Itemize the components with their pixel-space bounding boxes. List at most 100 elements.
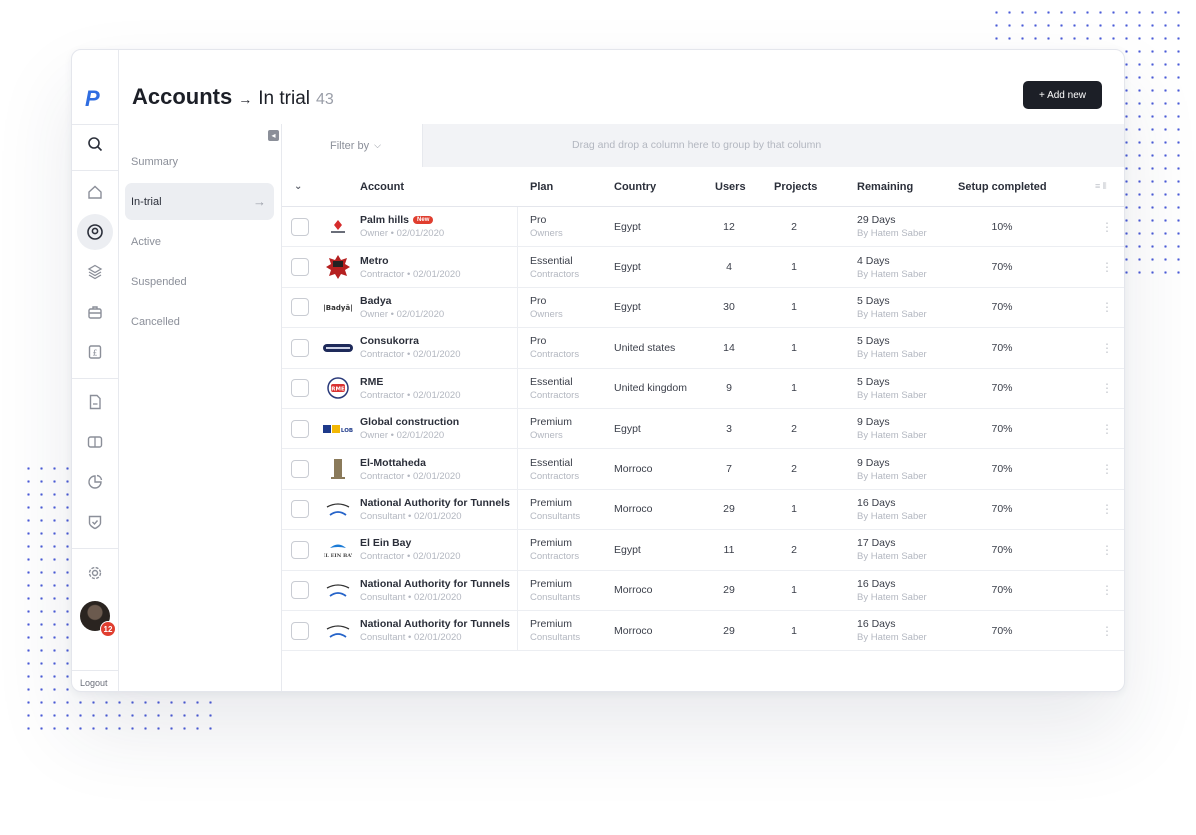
column-users[interactable]: Users [715,167,746,206]
table-row[interactable]: National Authority for Tunnels Consultant… [282,570,1124,611]
users-count: 29 [723,584,735,597]
document-icon[interactable] [77,384,113,420]
sidebar-item-suspended[interactable]: Suspended [125,263,274,300]
filter-dropdown[interactable]: Filter by ⌵ [282,124,423,167]
column-setup-completed[interactable]: Setup completed [958,167,1047,206]
row-menu-icon[interactable]: ⋮ [1101,300,1113,314]
setup-completed: 70% [991,422,1013,435]
icon-rail: P £ 12 Logout [72,50,119,691]
row-checkbox[interactable] [291,419,309,438]
row-menu-icon[interactable]: ⋮ [1101,260,1113,274]
brand-logo-icon[interactable]: P [85,86,100,112]
row-menu-icon[interactable]: ⋮ [1101,502,1113,516]
account-name[interactable]: Metro [360,255,389,267]
users-count: 3 [726,422,732,435]
account-name[interactable]: El-Mottaheda [360,457,426,469]
page-title: Accounts → In trial 43 [132,84,334,110]
users-count: 7 [726,463,732,476]
column-projects[interactable]: Projects [774,167,817,206]
home-icon[interactable] [77,174,113,210]
remaining-days: 16 Days [857,496,896,509]
table-row[interactable]: National Authority for Tunnels Consultant… [282,489,1124,531]
account-name[interactable]: Consukorra [360,335,419,347]
row-checkbox[interactable] [291,581,309,600]
collapse-sidebar-icon[interactable]: ◂ [268,130,279,141]
row-checkbox[interactable] [291,258,309,277]
add-new-button[interactable]: + Add new [1023,81,1102,109]
table-row[interactable]: Metro Contractor • 02/01/2020 Essential Con… [282,247,1124,288]
svg-text:LOB: LOB [341,428,353,434]
title-arrow-icon: → [238,91,253,107]
account-name[interactable]: El Ein Bay [360,537,411,549]
pound-icon[interactable]: £ [77,334,113,370]
status-sidebar: ◂ Summary In-trial → Active Suspended Can… [120,124,282,691]
row-checkbox[interactable] [291,379,309,398]
row-checkbox[interactable] [291,338,309,357]
row-checkbox[interactable] [291,298,309,317]
table-row[interactable]: EL EIN BAY El Ein Bay Contractor • 02/01/2… [282,530,1124,571]
chevron-down-icon[interactable]: ⌄ [294,167,302,206]
account-name[interactable]: National Authority for Tunnels [360,497,510,509]
pie-chart-icon[interactable] [77,464,113,500]
sidebar-item-active[interactable]: Active [125,223,274,260]
row-checkbox[interactable] [291,500,309,519]
row-menu-icon[interactable]: ⋮ [1101,543,1113,557]
remaining-days: 16 Days [857,618,896,631]
plan-name: Pro [530,335,547,348]
plan-name: Pro [530,214,547,227]
title-subtitle: In trial [258,88,310,109]
card-icon[interactable] [77,424,113,460]
column-account[interactable]: Account [360,167,404,206]
column-country[interactable]: Country [614,167,656,206]
company-logo-icon [322,211,354,243]
account-name[interactable]: National Authority for Tunnels [360,618,510,630]
table-row[interactable]: LOB Global construction Owner • 02/01/2020… [282,408,1124,450]
row-checkbox[interactable] [291,217,309,236]
remaining-by: By Hatem Saber [857,389,927,401]
users-count: 9 [726,382,732,395]
table-row[interactable]: El-Mottaheda Contractor • 02/01/2020 Essen… [282,449,1124,490]
column-menu-icon[interactable]: ≡ ⦀ [1095,167,1107,206]
column-plan[interactable]: Plan [530,167,553,206]
remaining-by: By Hatem Saber [857,430,927,442]
column-remaining[interactable]: Remaining [857,167,913,206]
briefcase-icon[interactable] [77,294,113,330]
table-row[interactable]: RME RME Contractor • 02/01/2020 Essential Co… [282,368,1124,409]
account-name[interactable]: Palm hills [360,214,409,226]
row-checkbox[interactable] [291,460,309,479]
row-menu-icon[interactable]: ⋮ [1101,381,1113,395]
accounts-icon[interactable] [77,214,113,250]
company-logo-icon [322,574,354,606]
row-menu-icon[interactable]: ⋮ [1101,341,1113,355]
sidebar-item-in-trial[interactable]: In-trial → [125,183,274,220]
column-divider [517,368,518,408]
sidebar-item-cancelled[interactable]: Cancelled [125,303,274,340]
account-name[interactable]: Badya [360,295,392,307]
account-role-date: Contractor • 02/01/2020 [360,389,461,401]
account-name[interactable]: Global construction [360,416,459,428]
table-row[interactable]: National Authority for Tunnels Consultant… [282,610,1124,652]
group-drop-zone[interactable]: Drag and drop a column here to group by … [572,139,821,151]
svg-text:£: £ [92,349,97,358]
row-checkbox[interactable] [291,621,309,640]
remaining-days: 5 Days [857,375,890,388]
row-menu-icon[interactable]: ⋮ [1101,220,1113,234]
row-menu-icon[interactable]: ⋮ [1101,624,1113,638]
search-icon[interactable] [77,126,113,162]
sidebar-item-summary[interactable]: Summary [125,143,274,180]
table-row[interactable]: |Badyā| Badya Owner • 02/01/2020 Pro Owners E… [282,287,1124,329]
logout-link[interactable]: Logout [80,678,108,688]
table-row[interactable]: Consukorra Contractor • 02/01/2020 Pro Cont… [282,328,1124,369]
row-menu-icon[interactable]: ⋮ [1101,462,1113,476]
row-menu-icon[interactable]: ⋮ [1101,583,1113,597]
account-name[interactable]: National Authority for Tunnels [360,578,510,590]
account-name[interactable]: RME [360,376,383,388]
row-checkbox[interactable] [291,540,309,559]
row-menu-icon[interactable]: ⋮ [1101,422,1113,436]
table-row[interactable]: Palm hills New Owner • 02/01/2020 Pro Owners… [282,207,1124,248]
chevron-down-icon: ⌵ [374,140,381,150]
shield-check-icon[interactable] [77,504,113,540]
modules-icon[interactable] [77,254,113,290]
projects-count: 2 [791,422,797,435]
settings-icon[interactable] [77,555,113,591]
